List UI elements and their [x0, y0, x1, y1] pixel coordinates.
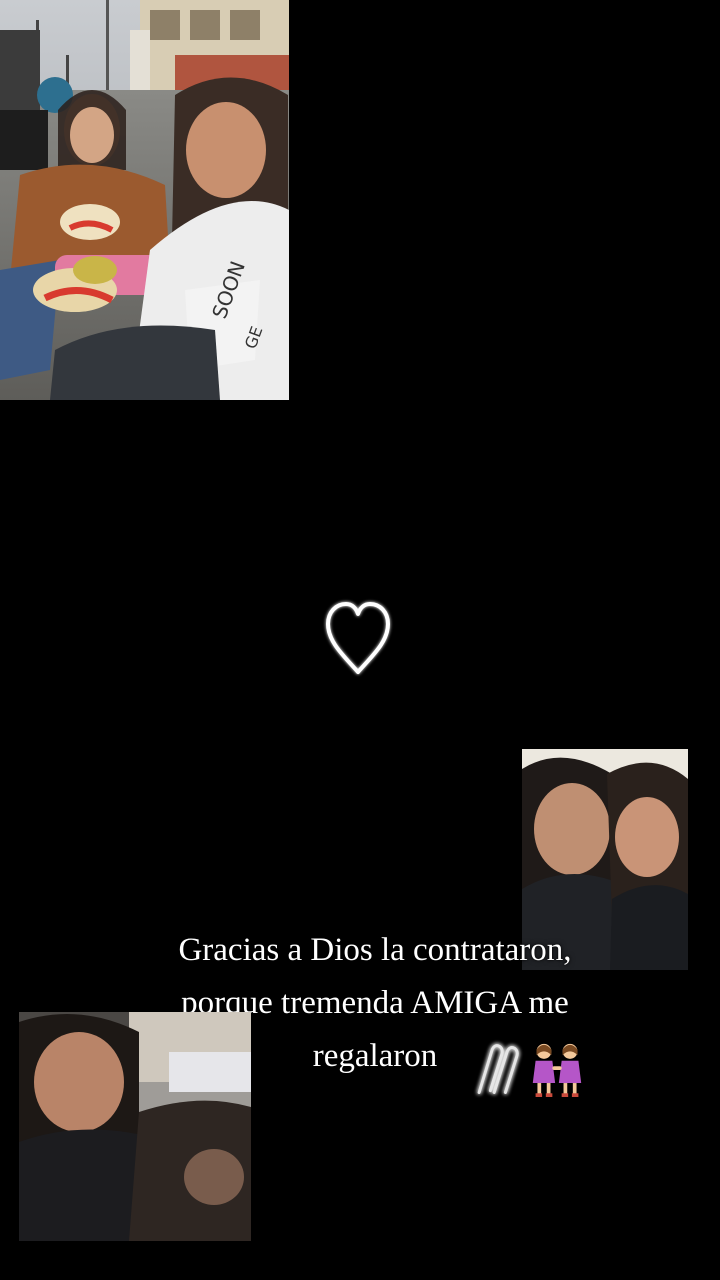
paperclip-icon: [466, 1038, 526, 1102]
emoji-group: [466, 1036, 584, 1104]
two-women-icon: [530, 1038, 584, 1102]
heart-outline-icon: [322, 598, 394, 680]
photo-friends-car: [19, 1012, 251, 1241]
photo-friends-street: SOON GE: [0, 0, 289, 400]
caption-line-1: Gracias a Dios la contrataron,: [178, 932, 572, 968]
